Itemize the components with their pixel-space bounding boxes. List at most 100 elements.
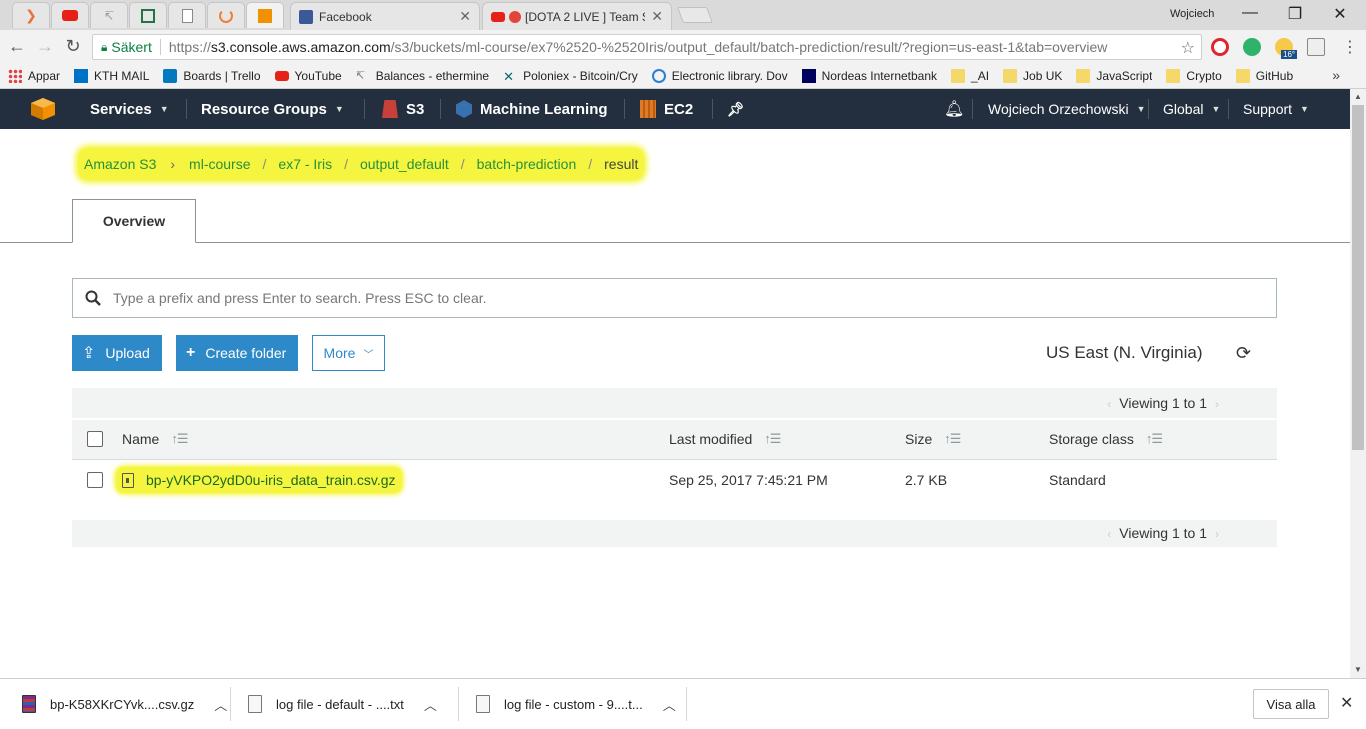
new-tab-button[interactable] (677, 7, 713, 23)
refresh-icon[interactable]: ⟳ (1236, 343, 1251, 364)
bookmark-item[interactable]: Appar (8, 68, 60, 83)
sort-icon[interactable]: ↑☰ (764, 431, 781, 447)
pinned-tab-1[interactable]: ❯ (12, 2, 50, 28)
url-text[interactable]: https://s3.console.aws.amazon.com/s3/buc… (169, 39, 1108, 55)
bookmark-folder[interactable]: GitHub (1235, 68, 1293, 83)
ec2-shortcut[interactable]: EC2 (640, 89, 693, 129)
bookmarks-overflow[interactable]: » (1332, 67, 1340, 83)
file-link[interactable]: bp-yVKPO2ydD0u-iris_data_train.csv.gz (146, 472, 396, 488)
pinned-tab-3[interactable]: ↸ (90, 2, 128, 28)
upload-button[interactable]: ⇪ Upload (72, 335, 162, 371)
pinned-tab-6[interactable] (207, 2, 245, 28)
table-row[interactable]: bp-yVKPO2ydD0u-iris_data_train.csv.gz Se… (72, 461, 1277, 501)
nordea-icon (801, 68, 816, 83)
scroll-up-icon[interactable]: ▲ (1350, 92, 1366, 101)
sort-icon[interactable]: ↑☰ (944, 431, 961, 447)
pinned-tab-youtube[interactable] (51, 2, 89, 28)
next-page-icon[interactable]: › (1215, 527, 1219, 541)
search-input[interactable] (113, 290, 1276, 306)
breadcrumb-item[interactable]: ex7 - Iris (278, 156, 332, 172)
page-scrollbar[interactable]: ▲ ▼ (1350, 89, 1366, 678)
grammarly-icon[interactable] (1243, 38, 1261, 56)
minimize-icon[interactable]: — (1227, 4, 1273, 22)
profile-name[interactable]: Wojciech (1170, 8, 1214, 20)
download-item[interactable]: log file - custom - 9....t... ︿ (476, 679, 676, 729)
bookmark-item[interactable]: ✕ Poloniex - Bitcoin/Cry (503, 69, 638, 83)
restore-icon[interactable]: ❐ (1272, 4, 1318, 24)
breadcrumb-item[interactable]: batch-prediction (477, 156, 577, 172)
bookmark-label: JavaScript (1096, 68, 1153, 83)
support-menu[interactable]: Support ▼ (1243, 89, 1309, 129)
close-icon[interactable]: ✕ (1340, 693, 1353, 713)
notifications-bell-icon[interactable]: 🔔︎ (944, 89, 964, 129)
opera-icon[interactable] (1211, 38, 1229, 56)
bookmark-folder[interactable]: _AI (951, 68, 989, 83)
bookmark-item[interactable]: Nordeas Internetbank (801, 68, 937, 83)
bookmark-item[interactable]: ↸ Balances - ethermine (356, 69, 489, 83)
aws-cube-logo-icon[interactable] (30, 97, 56, 121)
pinned-tab-aws[interactable] (246, 2, 284, 28)
chevron-up-icon[interactable]: ︿ (424, 695, 437, 714)
s3-label: S3 (406, 100, 425, 118)
prev-page-icon[interactable]: ‹ (1107, 527, 1111, 541)
row-checkbox[interactable] (87, 472, 103, 488)
bookmark-item[interactable]: KTH MAIL (74, 68, 149, 83)
pinned-tab-5[interactable] (168, 2, 206, 28)
pager: ‹ Viewing 1 to 1 › (1099, 395, 1227, 411)
menu-icon[interactable]: ⋮ (1342, 37, 1358, 57)
breadcrumb-root[interactable]: Amazon S3 (84, 156, 156, 172)
tab-overview[interactable]: Overview (72, 199, 196, 243)
bookmark-item[interactable]: Boards | Trello (163, 68, 261, 83)
pin-icon[interactable]: 📌︎ (727, 89, 745, 129)
more-actions-button[interactable]: More ﹀ (312, 335, 385, 371)
services-label: Services (90, 100, 152, 118)
sort-icon[interactable]: ↑☰ (171, 431, 188, 447)
download-item[interactable]: log file - default - ....txt ︿ (248, 679, 437, 729)
bookmark-label: Electronic library. Dov (671, 68, 788, 83)
next-page-icon[interactable]: › (1215, 397, 1219, 411)
close-tab-icon[interactable]: ✕ (651, 8, 663, 25)
column-storage-class[interactable]: Storage class ↑☰ (1049, 431, 1163, 447)
tab-dota[interactable]: [DOTA 2 LIVE ] Team S ✕ (482, 2, 672, 30)
bookmark-folder[interactable]: JavaScript (1076, 68, 1153, 83)
column-last-modified[interactable]: Last modified ↑☰ (669, 431, 781, 447)
column-size[interactable]: Size ↑☰ (905, 431, 961, 447)
back-icon[interactable]: ← (6, 37, 28, 55)
download-item[interactable]: bp-K58XKrCYvk....csv.gz ︿ (22, 679, 227, 729)
folder-icon (1166, 68, 1181, 83)
scroll-down-icon[interactable]: ▼ (1350, 665, 1366, 674)
show-all-downloads-button[interactable]: Visa alla (1253, 689, 1329, 719)
prev-page-icon[interactable]: ‹ (1107, 397, 1111, 411)
bookmark-folder[interactable]: Job UK (1003, 68, 1062, 83)
resource-groups-menu[interactable]: Resource Groups ▼ (201, 89, 344, 129)
pinned-tab-4[interactable] (129, 2, 167, 28)
tab-facebook[interactable]: Facebook ✕ (290, 2, 480, 30)
account-menu[interactable]: Wojciech Orzechowski ▼ (988, 89, 1145, 129)
select-all-checkbox[interactable] (87, 431, 103, 447)
resource-groups-label: Resource Groups (201, 100, 327, 118)
breadcrumb-item[interactable]: ml-course (189, 156, 250, 172)
services-menu[interactable]: Services ▼ (90, 89, 169, 129)
bookmark-item[interactable]: YouTube (274, 69, 342, 83)
reload-icon[interactable]: ↻ (62, 37, 84, 55)
create-folder-button[interactable]: + Create folder (176, 335, 298, 371)
column-name[interactable]: Name ↑☰ (122, 431, 189, 447)
forward-icon[interactable]: → (34, 37, 56, 55)
region-menu[interactable]: Global ▼ (1163, 89, 1220, 129)
close-window-icon[interactable]: ✕ (1317, 4, 1363, 24)
close-tab-icon[interactable]: ✕ (459, 8, 471, 25)
breadcrumb-item[interactable]: output_default (360, 156, 449, 172)
bookmark-star-icon[interactable]: ☆ (1181, 38, 1195, 58)
chevron-up-icon[interactable]: ︿ (663, 695, 676, 714)
ethermine-icon: ↸ (103, 8, 115, 23)
extension-icon[interactable] (1307, 38, 1325, 56)
machine-learning-shortcut[interactable]: Machine Learning (456, 89, 608, 129)
bookmark-folder[interactable]: Crypto (1166, 68, 1222, 83)
address-bar[interactable]: 🔒︎ Säkert https://s3.console.aws.amazon.… (92, 34, 1202, 60)
s3-shortcut[interactable]: S3 (382, 89, 424, 129)
bookmark-item[interactable]: Electronic library. Dov (651, 68, 788, 83)
chevron-up-icon[interactable]: ︿ (214, 695, 227, 714)
sort-icon[interactable]: ↑☰ (1146, 431, 1163, 447)
scrollbar-thumb[interactable] (1352, 105, 1364, 450)
chevron-down-icon: ▼ (159, 104, 169, 114)
